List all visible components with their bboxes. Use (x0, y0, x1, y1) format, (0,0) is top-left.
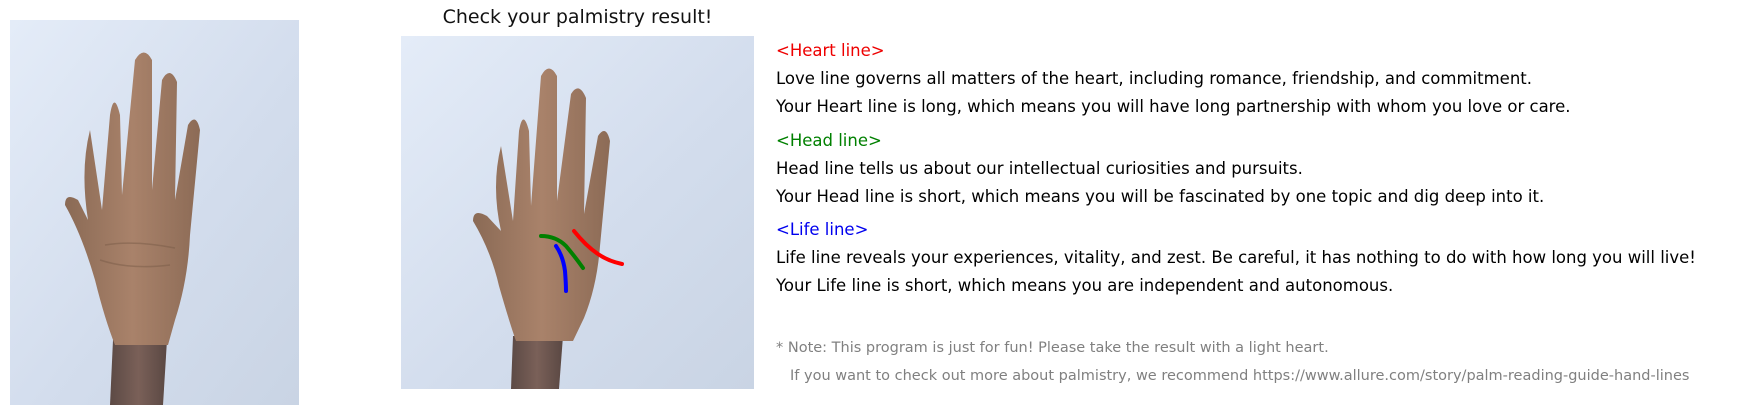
page-title: Check your palmistry result! (442, 6, 713, 28)
life-line-result: Your Life line is short, which means you… (776, 276, 1394, 295)
life-line-description: Life line reveals your experiences, vita… (776, 248, 1696, 267)
head-line-result: Your Head line is short, which means you… (776, 187, 1545, 206)
original-hand-image (10, 20, 299, 405)
heart-line-description: Love line governs all matters of the hea… (776, 69, 1532, 88)
annotated-hand-image (401, 36, 754, 389)
head-line-description: Head line tells us about our intellectua… (776, 159, 1303, 178)
note-disclaimer: * Note: This program is just for fun! Pl… (776, 340, 1329, 356)
note-recommendation: If you want to check out more about palm… (790, 368, 1690, 384)
heart-line-header: <Heart line> (776, 41, 885, 60)
life-line-header: <Life line> (776, 220, 869, 239)
heart-line-result: Your Heart line is long, which means you… (776, 97, 1571, 116)
head-line-header: <Head line> (776, 131, 882, 150)
